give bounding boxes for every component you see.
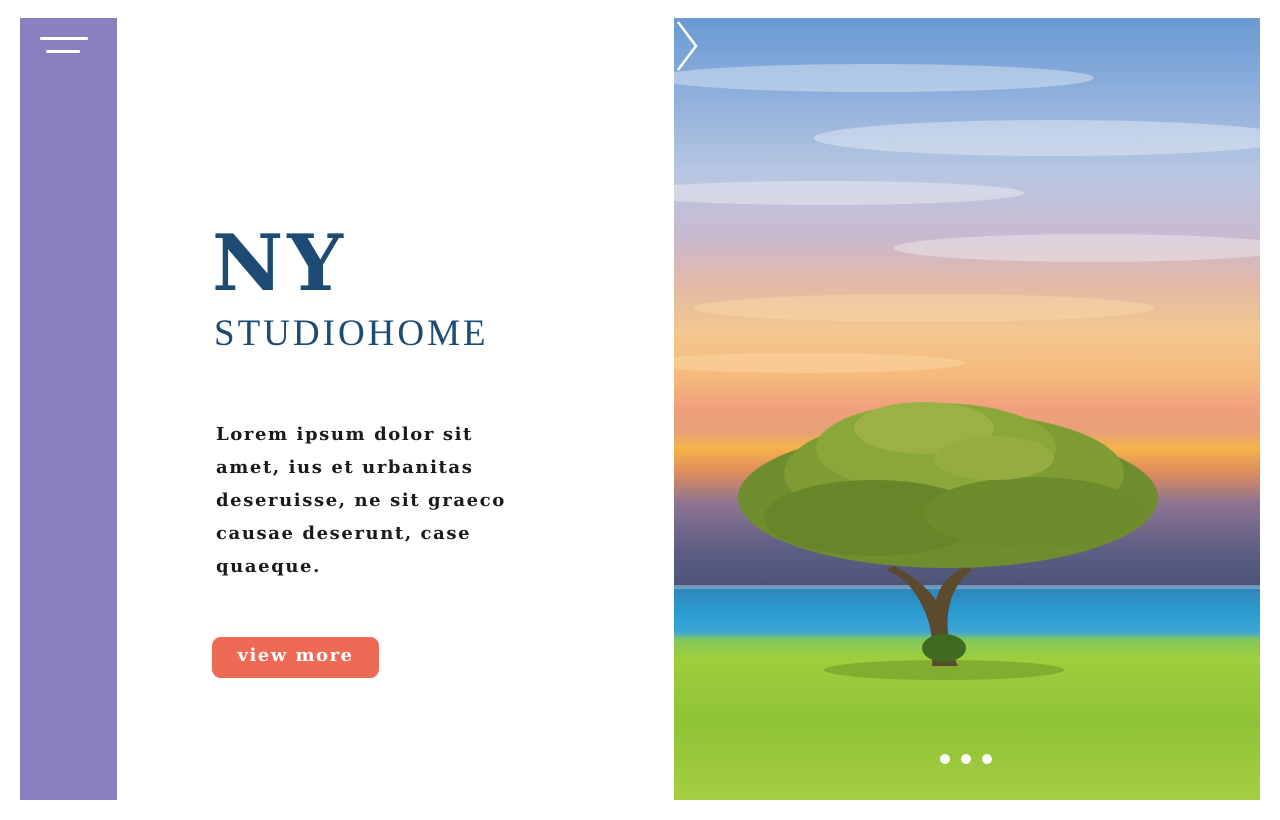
hero-image-slider [674,18,1260,800]
slide-indicators [940,754,992,764]
chevron-right-icon[interactable] [674,18,700,74]
slide-dot[interactable] [961,754,971,764]
slide-dot[interactable] [940,754,950,764]
landing-page: NY STUDIOHOME Lorem ipsum dolor sit amet… [0,0,1280,820]
sidebar [20,18,117,800]
hamburger-menu-icon[interactable] [38,34,90,58]
brand-subtitle: STUDIOHOME [214,313,489,354]
slide-dot[interactable] [982,754,992,764]
tree-landscape-image [674,64,1260,680]
view-more-button[interactable]: view more [212,637,379,678]
description-text: Lorem ipsum dolor sit amet, ius et urban… [216,424,506,577]
brand-title: NY [212,218,347,309]
